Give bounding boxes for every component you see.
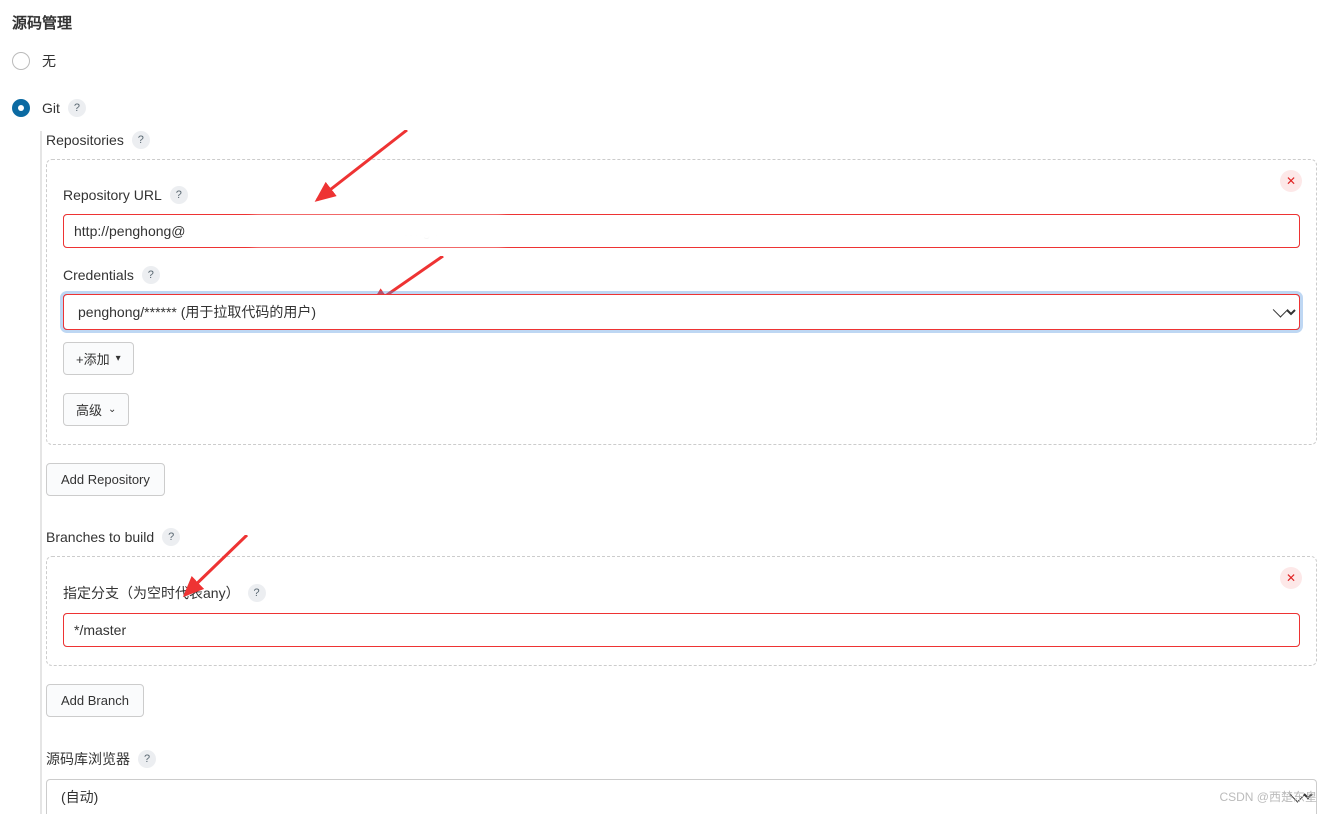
close-icon: ✕ [1286, 174, 1296, 188]
help-icon[interactable]: ? [248, 584, 266, 602]
remove-branch-button[interactable]: ✕ [1280, 567, 1302, 589]
advanced-button[interactable]: 高级 ⌄ [63, 393, 129, 426]
radio-git[interactable] [12, 99, 30, 117]
repo-browser-label: 源码库浏览器 ? [46, 749, 1317, 769]
radio-git-row[interactable]: Git ? [12, 99, 1317, 117]
radio-none-label: 无 [42, 51, 56, 71]
add-repository-button[interactable]: Add Repository [46, 463, 165, 496]
section-title: 源码管理 [12, 12, 1317, 33]
help-icon[interactable]: ? [132, 131, 150, 149]
chevron-down-icon: ▾ [116, 353, 121, 364]
add-credentials-button[interactable]: +添加 ▾ [63, 342, 134, 375]
credentials-select[interactable]: penghong/****** (用于拉取代码的用户) [63, 294, 1300, 330]
branches-panel: ✕ 指定分支（为空时代表any） ? [46, 556, 1317, 666]
branch-input[interactable] [63, 613, 1300, 647]
redaction-mask [253, 217, 503, 245]
repo-browser-select[interactable]: (自动) [46, 779, 1317, 814]
repositories-panel: ✕ Repository URL ? Credentials ? penghon… [46, 159, 1317, 445]
repositories-label: Repositories ? [46, 131, 1317, 149]
radio-git-label: Git [42, 100, 60, 116]
help-icon[interactable]: ? [138, 750, 156, 768]
repo-url-label: Repository URL ? [63, 186, 1300, 204]
chevron-down-icon: ⌄ [108, 404, 116, 415]
repo-url-input[interactable] [63, 214, 1300, 248]
help-icon[interactable]: ? [162, 528, 180, 546]
help-icon[interactable]: ? [170, 186, 188, 204]
branches-label: Branches to build ? [46, 528, 1317, 546]
credentials-label: Credentials ? [63, 266, 1300, 284]
add-branch-button[interactable]: Add Branch [46, 684, 144, 717]
remove-repo-button[interactable]: ✕ [1280, 170, 1302, 192]
help-icon[interactable]: ? [68, 99, 86, 117]
radio-none-row[interactable]: 无 [12, 51, 1317, 71]
branch-spec-label: 指定分支（为空时代表any） ? [63, 583, 1300, 603]
watermark: CSDN @西楚东皇 [1219, 788, 1317, 805]
radio-none[interactable] [12, 52, 30, 70]
help-icon[interactable]: ? [142, 266, 160, 284]
close-icon: ✕ [1286, 571, 1296, 585]
